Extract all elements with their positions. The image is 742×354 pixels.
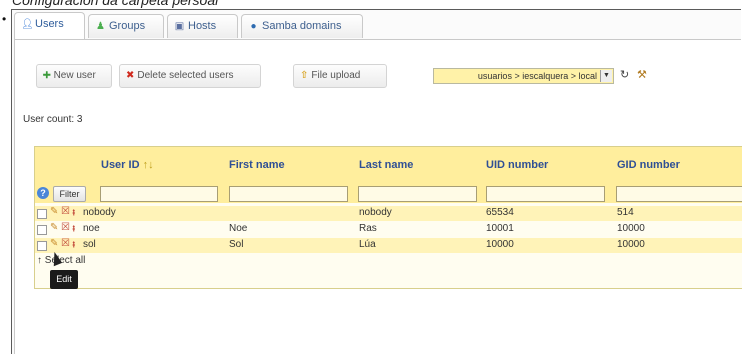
table-row[interactable]: ✎ ☒ ⭻ noe Noe Ras 10001 10000 [35,222,742,237]
pdf-icon[interactable]: ⭻ [72,206,76,223]
pdf-icon[interactable]: ⭻ [72,222,76,239]
tab-groups[interactable]: ♟︎ Groups [88,14,164,38]
cell-user-id: nobody [83,207,116,218]
search-icon[interactable]: ⚒ [637,68,647,81]
cell-first-name: Sol [229,239,244,250]
tab-label: Users [35,18,64,30]
filter-input-gid-number[interactable] [616,186,742,202]
filter-input-first-name[interactable] [229,186,348,202]
column-header-first-name[interactable]: First name [229,159,285,171]
table-row[interactable]: ✎ ☒ ⭻ sol Sol Lúa 10000 10000 [35,238,742,253]
tab-hosts[interactable]: ▣ Hosts [167,14,238,38]
tab-bar: 👤︎Users ♟︎ Groups ▣ Hosts ● Samba domains [14,12,394,40]
tab-label: Groups [109,20,146,32]
filter-input-last-name[interactable] [358,186,477,202]
edit-icon[interactable]: ✎ [50,222,58,233]
page-caption: Configuración da carpeta persoal [12,0,219,8]
cell-user-id: noe [83,223,100,234]
edit-icon[interactable]: ✎ [50,238,58,249]
column-label: User ID [101,159,140,171]
user-icon: 👤︎ [21,19,34,30]
column-header-user-id[interactable]: User ID ↑↓ [101,159,154,171]
table-header: User ID ↑↓ First name Last name UID numb… [35,147,742,185]
delete-icon[interactable]: ☒ [61,206,70,217]
delete-selected-label: Delete selected users [137,70,234,81]
tab-label: Samba domains [262,20,342,32]
user-count: User count: 3 [23,114,83,125]
file-upload-label: File upload [311,70,361,81]
sort-icon[interactable]: ↑↓ [143,159,154,171]
groups-icon: ♟︎ [96,21,105,32]
arrow-up-icon: ↑ [37,255,42,266]
delete-icon: ✖ [126,70,135,81]
tab-label: Hosts [188,20,217,32]
cell-gid-number: 10000 [617,223,645,234]
filter-button[interactable]: Filter [53,186,86,202]
users-panel: ➕︎ New user ✖ Delete selected users ⇧ File … [14,39,742,354]
upload-icon: ⇧ [300,70,309,81]
cell-first-name: Noe [229,223,248,234]
cell-gid-number: 514 [617,207,634,218]
pdf-icon[interactable]: ⭻ [72,238,76,255]
row-checkbox[interactable] [37,241,47,251]
column-header-uid-number[interactable]: UID number [486,159,548,171]
ou-suffix-select[interactable]: usuarios > iescalquera > local ▼ [433,68,614,84]
filter-input-user-id[interactable] [100,186,218,202]
cell-last-name: nobody [359,207,392,218]
delete-selected-users-button[interactable]: ✖ Delete selected users [119,64,261,88]
cell-user-id: sol [83,239,96,250]
cell-uid-number: 10001 [486,223,514,234]
chevron-down-icon[interactable]: ▼ [600,70,612,82]
tab-samba-domains[interactable]: ● Samba domains [241,14,363,38]
delete-icon[interactable]: ☒ [61,222,70,233]
filter-input-uid-number[interactable] [486,186,605,202]
users-table: User ID ↑↓ First name Last name UID numb… [34,146,742,289]
edit-tooltip: Edit [50,270,78,289]
delete-icon[interactable]: ☒ [61,238,70,249]
new-user-label: New user [53,70,96,81]
tab-users[interactable]: 👤︎Users [14,12,85,40]
cell-uid-number: 10000 [486,239,514,250]
refresh-icon[interactable]: ↻ [620,68,629,81]
hosts-icon: ▣ [174,21,185,32]
add-icon: ➕︎ [43,70,51,81]
ou-suffix-value: usuarios > iescalquera > local [477,71,597,81]
bullet-icon: • [2,12,7,26]
column-header-last-name[interactable]: Last name [359,159,413,171]
cell-last-name: Lúa [359,239,376,250]
edit-icon[interactable]: ✎ [50,206,58,217]
cell-last-name: Ras [359,223,377,234]
new-user-button[interactable]: ➕︎ New user [36,64,112,88]
filter-row: ? Filter [35,185,742,203]
file-upload-button[interactable]: ⇧ File upload [293,64,387,88]
help-icon[interactable]: ? [37,187,49,199]
column-header-gid-number[interactable]: GID number [617,159,680,171]
row-checkbox[interactable] [37,225,47,235]
table-row[interactable]: ✎ ☒ ⭻ nobody nobody 65534 514 [35,206,742,221]
cell-uid-number: 65534 [486,207,514,218]
row-checkbox[interactable] [37,209,47,219]
samba-domain-icon: ● [250,21,257,32]
cell-gid-number: 10000 [617,239,645,250]
